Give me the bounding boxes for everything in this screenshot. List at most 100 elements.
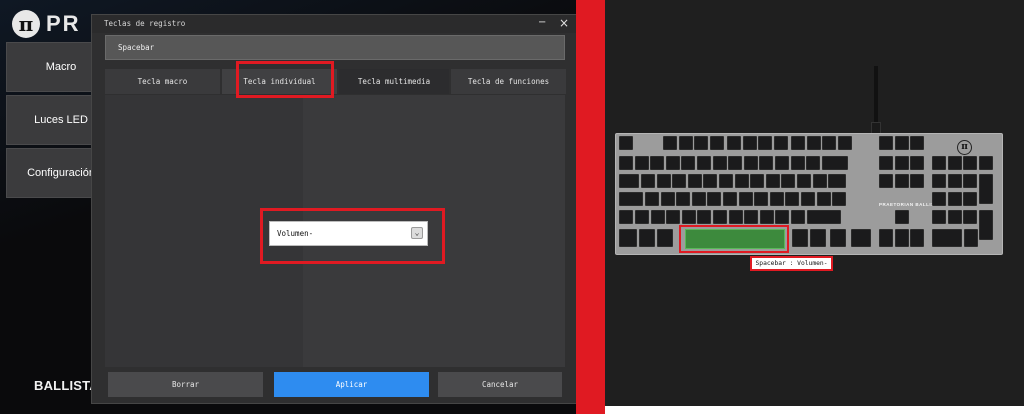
keyboard-key[interactable] — [738, 192, 753, 206]
keyboard-key[interactable] — [806, 156, 821, 170]
aplicar-button[interactable]: Aplicar — [274, 372, 429, 397]
keyboard-key[interactable] — [734, 174, 749, 188]
keyboard-key[interactable] — [978, 174, 993, 204]
keyboard-key[interactable] — [769, 192, 784, 206]
keyboard-key[interactable] — [947, 156, 962, 170]
keyboard-key[interactable] — [635, 210, 649, 224]
keyboard-key[interactable] — [619, 136, 633, 150]
keyboard-key[interactable] — [963, 174, 978, 188]
selected-key-field[interactable]: Spacebar — [105, 35, 565, 60]
keyboard-key[interactable] — [723, 192, 737, 206]
borrar-button[interactable]: Borrar — [108, 372, 263, 397]
keyboard-key[interactable] — [697, 156, 711, 170]
keyboard-key[interactable] — [963, 192, 978, 206]
keyboard-key[interactable] — [932, 192, 946, 206]
keyboard-key[interactable] — [895, 210, 909, 224]
keyboard-key[interactable] — [619, 156, 633, 170]
keyboard-key[interactable] — [830, 229, 846, 247]
keyboard-key[interactable] — [759, 156, 774, 170]
keyboard-key[interactable] — [894, 174, 909, 188]
keyboard-key[interactable] — [879, 156, 893, 170]
keyboard-key[interactable] — [910, 229, 925, 247]
close-icon[interactable]: × — [559, 16, 569, 30]
keyboard-key[interactable] — [910, 156, 925, 170]
keyboard-key[interactable] — [639, 229, 655, 247]
keyboard-key[interactable] — [619, 210, 633, 224]
keyboard-key[interactable] — [947, 210, 962, 224]
keyboard-key[interactable] — [832, 192, 847, 206]
keyboard-key[interactable] — [666, 210, 681, 224]
keyboard-key[interactable] — [727, 136, 741, 150]
keyboard-key[interactable] — [650, 156, 665, 170]
keyboard-key[interactable] — [758, 136, 773, 150]
keyboard-key[interactable] — [676, 192, 691, 206]
keyboard-key[interactable] — [821, 156, 848, 170]
keyboard-key[interactable] — [978, 210, 993, 240]
keyboard-key[interactable] — [806, 136, 821, 150]
minimize-icon[interactable]: − — [538, 17, 546, 28]
keyboard-key[interactable] — [790, 156, 805, 170]
keyboard-key[interactable] — [719, 174, 733, 188]
keyboard-key[interactable] — [713, 210, 727, 224]
keyboard-key[interactable] — [634, 156, 649, 170]
keyboard-key[interactable] — [650, 210, 665, 224]
keyboard-key[interactable] — [728, 210, 743, 224]
keyboard-key[interactable] — [963, 156, 978, 170]
keyboard-key[interactable] — [681, 156, 696, 170]
tab-tecla-de-funciones[interactable]: Tecla de funciones — [451, 69, 566, 94]
keyboard-key[interactable] — [816, 192, 831, 206]
keyboard-key[interactable] — [910, 136, 925, 150]
keyboard-key[interactable] — [707, 192, 722, 206]
keyboard-key[interactable] — [894, 136, 909, 150]
keyboard-key[interactable] — [742, 136, 757, 150]
keyboard-key[interactable] — [932, 229, 962, 247]
keyboard-key[interactable] — [792, 229, 808, 247]
keyboard-key[interactable] — [775, 156, 789, 170]
keyboard-key[interactable] — [663, 136, 677, 150]
keyboard-key[interactable] — [754, 192, 769, 206]
keyboard-key[interactable] — [785, 192, 800, 206]
keyboard-key[interactable] — [743, 156, 758, 170]
keyboard-key[interactable] — [801, 192, 815, 206]
keyboard-key[interactable] — [797, 174, 811, 188]
keyboard-key[interactable] — [963, 210, 978, 224]
keyboard-key[interactable] — [851, 229, 871, 247]
keyboard-key[interactable] — [879, 229, 893, 247]
keyboard-key[interactable] — [657, 229, 673, 247]
keyboard-key[interactable] — [822, 136, 837, 150]
keyboard-key[interactable] — [773, 136, 788, 150]
keyboard-key[interactable] — [964, 229, 978, 247]
keyboard-key[interactable] — [744, 210, 759, 224]
keyboard-key[interactable] — [750, 174, 765, 188]
keyboard-key[interactable] — [619, 174, 639, 188]
keyboard-key[interactable] — [694, 136, 709, 150]
cancelar-button[interactable]: Cancelar — [438, 372, 562, 397]
keyboard-key[interactable] — [712, 156, 727, 170]
keyboard-key[interactable] — [619, 229, 637, 247]
keyboard-key[interactable] — [879, 174, 893, 188]
keyboard-key[interactable] — [775, 210, 790, 224]
keyboard-key[interactable] — [910, 174, 925, 188]
keyboard-key[interactable] — [687, 174, 702, 188]
keyboard-key[interactable] — [759, 210, 774, 224]
keyboard-key[interactable] — [806, 210, 841, 224]
keyboard-key[interactable] — [932, 156, 946, 170]
keyboard-key[interactable] — [660, 192, 675, 206]
tab-tecla-multimedia[interactable]: Tecla multimedia — [339, 69, 449, 94]
keyboard-key[interactable] — [619, 192, 643, 206]
keyboard-key[interactable] — [837, 136, 852, 150]
keyboard-key[interactable] — [810, 229, 826, 247]
keyboard-key[interactable] — [894, 229, 909, 247]
keyboard-key[interactable] — [894, 156, 909, 170]
keyboard-key[interactable] — [691, 192, 706, 206]
keyboard-key[interactable] — [791, 210, 805, 224]
keyboard-key[interactable] — [645, 192, 659, 206]
keyboard-key[interactable] — [681, 210, 696, 224]
keyboard-key[interactable] — [656, 174, 671, 188]
keyboard-key[interactable] — [812, 174, 827, 188]
keyboard-key[interactable] — [703, 174, 718, 188]
keyboard-key[interactable] — [697, 210, 712, 224]
keyboard-key[interactable] — [641, 174, 655, 188]
keyboard-key[interactable] — [879, 136, 893, 150]
keyboard-key[interactable] — [709, 136, 724, 150]
